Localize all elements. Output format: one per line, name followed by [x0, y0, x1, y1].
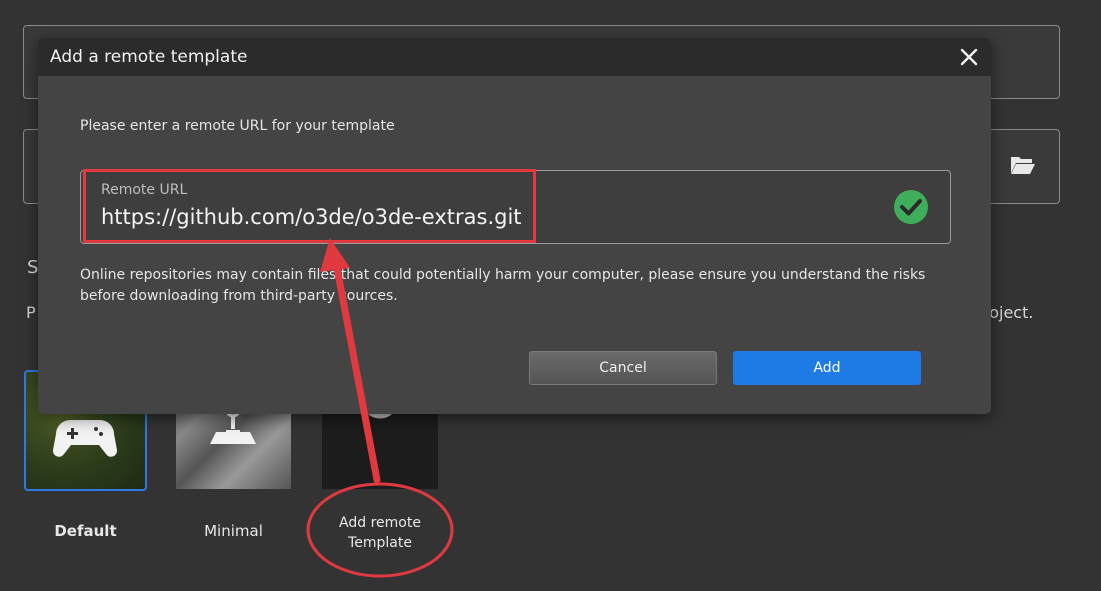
- annotation-circle: [306, 482, 454, 578]
- annotation-overlay: [306, 238, 454, 578]
- annotation-arrowhead: [320, 238, 350, 272]
- annotation-arrow: [330, 248, 381, 484]
